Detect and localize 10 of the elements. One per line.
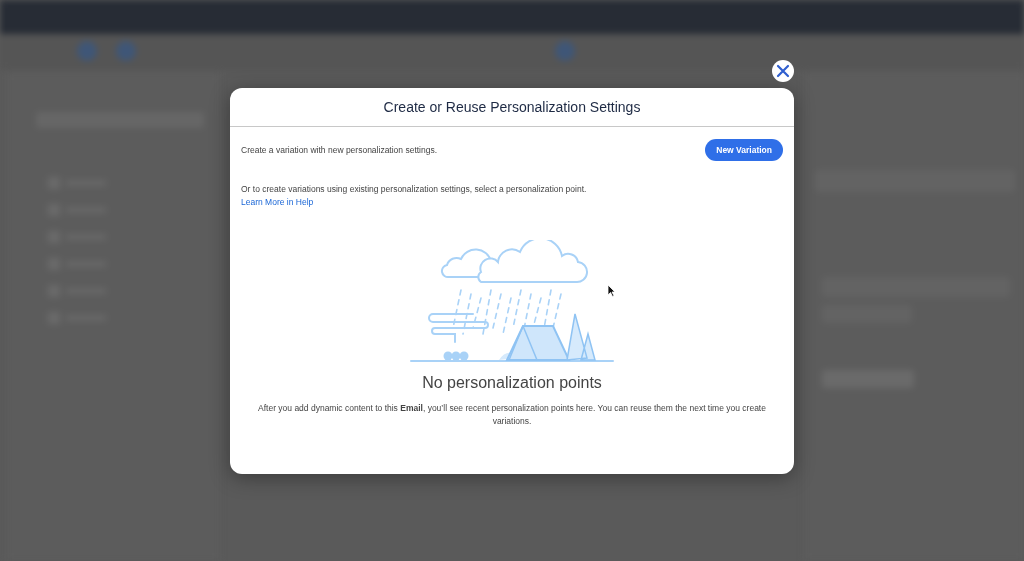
reuse-text: Or to create variations using existing personalization settings, select a personalization point. Learn More in Help — [241, 183, 588, 209]
empty-state-title: No personalization points — [422, 374, 602, 392]
dialog-title: Create or Reuse Personalization Settings — [383, 99, 641, 115]
close-icon — [776, 64, 790, 78]
mouse-cursor-icon — [607, 284, 616, 297]
help-link[interactable]: Learn More in Help — [241, 197, 314, 207]
new-variation-button[interactable]: New Variation — [705, 139, 783, 161]
empty-state-text: After you add dynamic content to this Email, you’ll see recent personalization points here. You can reuse them the next time you create variations. — [257, 402, 767, 428]
close-button[interactable] — [772, 60, 794, 82]
intro-text: Create a variation with new personalization settings. — [241, 145, 438, 155]
